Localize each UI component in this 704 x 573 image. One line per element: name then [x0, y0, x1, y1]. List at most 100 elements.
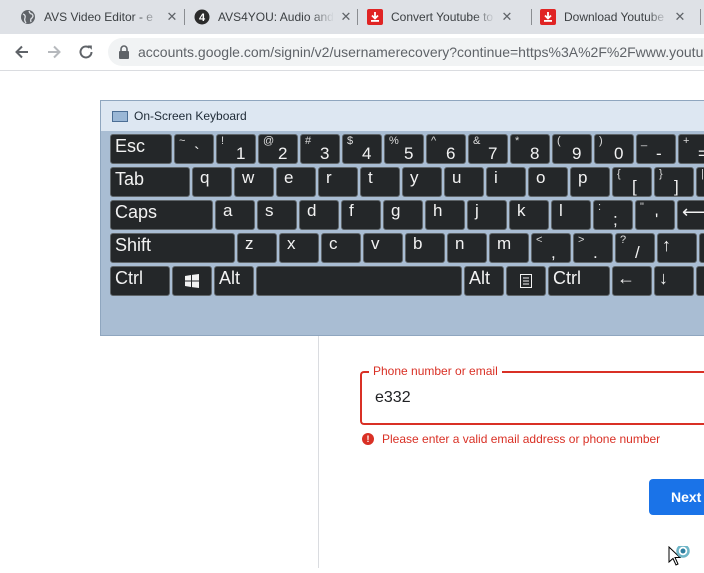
key-j[interactable]: j [467, 200, 507, 230]
key-0[interactable]: ) 0 [594, 134, 634, 164]
key-↓[interactable]: ↓ [654, 266, 694, 296]
key-i[interactable]: i [486, 167, 526, 197]
key-4[interactable]: $4 [342, 134, 382, 164]
key-shift-label: $ [347, 135, 354, 147]
key-blank[interactable] [696, 266, 704, 296]
key-g[interactable]: g [383, 200, 423, 230]
key-=[interactable]: += [678, 134, 704, 164]
key-ctrl[interactable]: Ctrl [548, 266, 610, 296]
key-f[interactable]: f [341, 200, 381, 230]
key-a[interactable]: a [215, 200, 255, 230]
key-;[interactable]: :; [593, 200, 633, 230]
key-z[interactable]: z [237, 233, 277, 263]
menu-key-icon [507, 267, 545, 295]
address-bar[interactable]: accounts.google.com/signin/v2/usernamere… [108, 38, 704, 66]
key-.[interactable]: >. [573, 233, 613, 263]
key-`[interactable]: ~ ` [174, 134, 214, 164]
key-caps[interactable]: Caps [110, 200, 213, 230]
forward-button[interactable] [40, 38, 68, 66]
browser-tab-3[interactable]: Convert Youtube to ✕ [367, 0, 515, 34]
key-label: l [559, 201, 563, 220]
key-d[interactable]: d [299, 200, 339, 230]
osk-title-bar[interactable]: On-Screen Keyboard [101, 101, 704, 131]
next-button[interactable]: Next [649, 479, 704, 515]
key-e[interactable]: e [276, 167, 316, 197]
key-label: s [265, 201, 274, 220]
windows-key[interactable] [172, 266, 212, 296]
key-label: i [494, 168, 498, 187]
key-,[interactable]: <, [531, 233, 571, 263]
key-][interactable]: }] [654, 167, 694, 197]
key-label: Esc [115, 136, 146, 156]
key-v[interactable]: v [363, 233, 403, 263]
key--[interactable]: _ - [636, 134, 676, 164]
key-label: k [517, 201, 526, 220]
key-l[interactable]: l [551, 200, 591, 230]
key-b[interactable]: b [405, 233, 445, 263]
key-/[interactable]: ? / [615, 233, 655, 263]
key-m[interactable]: m [489, 233, 529, 263]
key-q[interactable]: q [192, 167, 232, 197]
key-label: t [368, 168, 373, 187]
key-h[interactable]: h [425, 200, 465, 230]
svg-text:4: 4 [199, 12, 206, 24]
tab-title: AVS Video Editor - e [44, 10, 153, 24]
key-5[interactable]: % 5 [384, 134, 424, 164]
key-label: Ctrl [553, 268, 581, 288]
back-button[interactable] [8, 38, 36, 66]
key-alt[interactable]: Alt [214, 266, 254, 296]
close-tab-icon[interactable]: ✕ [164, 9, 180, 25]
key-9[interactable]: (9 [552, 134, 592, 164]
key-label: ← [617, 268, 635, 288]
key-label: 2 [278, 144, 288, 163]
key-ctrl[interactable]: Ctrl [110, 266, 170, 296]
error-message: ! Please enter a valid email address or … [362, 432, 660, 446]
key-y[interactable]: y [402, 167, 442, 197]
field-value[interactable]: e332 [375, 389, 411, 407]
key-t[interactable]: t [360, 167, 400, 197]
browser-tab-1[interactable]: AVS Video Editor - e ✕ [20, 0, 180, 34]
key-blank[interactable] [699, 233, 704, 263]
key-k[interactable]: k [509, 200, 549, 230]
key-'[interactable]: " ' [635, 200, 675, 230]
browser-tab-4[interactable]: Download Youtube ✕ [540, 0, 688, 34]
key-label: c [329, 234, 338, 253]
key-o[interactable]: o [528, 167, 568, 197]
key-↑[interactable]: ↑ [657, 233, 697, 263]
tab-title: Convert Youtube to [391, 10, 494, 24]
key-esc[interactable]: Esc [110, 134, 172, 164]
key-label: q [200, 168, 210, 187]
key-8[interactable]: * 8 [510, 134, 550, 164]
key-1[interactable]: ! 1 [216, 134, 256, 164]
key-⟵[interactable]: ⟵ [677, 200, 704, 230]
key-w[interactable]: w [234, 167, 274, 197]
key-u[interactable]: u [444, 167, 484, 197]
key-x[interactable]: x [279, 233, 319, 263]
key-[[interactable]: {[ [612, 167, 652, 197]
key-label: z [245, 234, 254, 253]
key-shift[interactable]: Shift [110, 233, 235, 263]
key-6[interactable]: ^ 6 [426, 134, 466, 164]
key-space[interactable] [256, 266, 462, 296]
key-s[interactable]: s [257, 200, 297, 230]
key-n[interactable]: n [447, 233, 487, 263]
close-tab-icon[interactable]: ✕ [338, 9, 354, 25]
close-tab-icon[interactable]: ✕ [672, 9, 688, 25]
key-2[interactable]: @2 [258, 134, 298, 164]
key-c[interactable]: c [321, 233, 361, 263]
browser-tab-2[interactable]: 4 AVS4YOU: Audio and ✕ [194, 0, 354, 34]
phone-or-email-field[interactable] [360, 371, 704, 425]
menu-key[interactable] [506, 266, 546, 296]
key-alt[interactable]: Alt [464, 266, 504, 296]
key-\[interactable]: |\ [696, 167, 704, 197]
key-←[interactable]: ← [612, 266, 652, 296]
key-r[interactable]: r [318, 167, 358, 197]
on-screen-keyboard-window[interactable]: On-Screen Keyboard Esc ~ `! 1 @2 #3 $4% 5 ^ 6 & 7 * 8… [100, 100, 704, 336]
key-3[interactable]: #3 [300, 134, 340, 164]
key-tab[interactable]: Tab [110, 167, 190, 197]
reload-button[interactable] [72, 38, 100, 66]
key-shift-label: ~ [179, 135, 186, 147]
key-p[interactable]: p [570, 167, 610, 197]
close-tab-icon[interactable]: ✕ [499, 9, 515, 25]
key-7[interactable]: & 7 [468, 134, 508, 164]
